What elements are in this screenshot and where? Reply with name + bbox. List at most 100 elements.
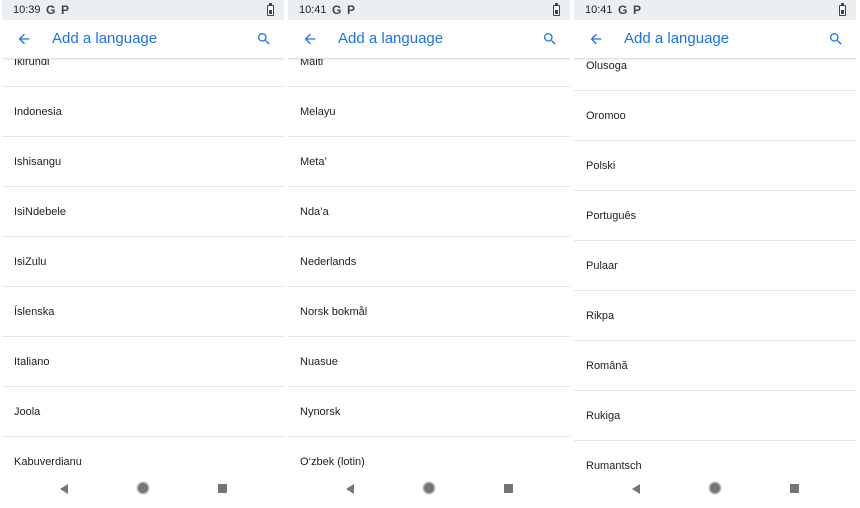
language-label: Oromoo	[586, 109, 626, 122]
phone-screen-3: 10:41 G P Add a language Olusoga Oromoo …	[574, 0, 856, 508]
search-button[interactable]	[252, 28, 276, 50]
list-item[interactable]: O‘zbek (lotin)	[288, 437, 570, 472]
status-bar: 10:39 G P	[2, 0, 284, 20]
page-title: Add a language	[338, 30, 444, 47]
language-list[interactable]: Ikirundi Indonesia Ishisangu IsiNdebele …	[2, 59, 284, 472]
language-list[interactable]: Olusoga Oromoo Polski Português Pulaar R…	[574, 59, 856, 472]
language-label: IsiZulu	[14, 255, 47, 268]
list-item[interactable]: Rumantsch	[574, 441, 856, 472]
battery-icon	[267, 3, 274, 16]
app-bar: Add a language	[574, 20, 856, 59]
app-bar: Add a language	[288, 20, 570, 59]
google-notification-icon: G	[618, 3, 628, 17]
language-label: Joola	[14, 405, 41, 418]
language-label: Português	[586, 209, 637, 222]
language-label: Melayu	[300, 105, 336, 118]
language-label: Kabuverdianu	[14, 455, 82, 468]
arrow-back-icon	[18, 33, 30, 45]
language-label: Rikpa	[586, 309, 615, 322]
list-item[interactable]: Nynorsk	[288, 387, 570, 437]
status-bar: 10:41 G P	[574, 0, 856, 20]
search-button[interactable]	[824, 28, 848, 50]
list-item[interactable]: Română	[574, 341, 856, 391]
list-item[interactable]: Meta’	[288, 137, 570, 187]
language-label: Ishisangu	[14, 155, 62, 168]
language-list[interactable]: Malti Melayu Meta’ Nda’a Nederlands Nors…	[288, 59, 570, 472]
navigation-bar	[288, 472, 570, 508]
language-label: IsiNdebele	[14, 205, 66, 218]
list-item[interactable]: Nuasue	[288, 337, 570, 387]
language-label: Pulaar	[586, 259, 618, 272]
list-item[interactable]: Ikirundi	[2, 59, 284, 87]
nav-back-icon[interactable]	[632, 484, 640, 494]
status-bar: 10:41 G P	[288, 0, 570, 20]
parking-notification-icon: P	[347, 3, 356, 17]
list-item[interactable]: Oromoo	[574, 91, 856, 141]
language-label: Olusoga	[586, 59, 627, 72]
nav-home-icon[interactable]	[138, 483, 148, 493]
language-label: Rukiga	[586, 409, 621, 422]
list-item[interactable]: Malti	[288, 59, 570, 87]
language-label: Română	[586, 359, 628, 372]
parking-notification-icon: P	[633, 3, 642, 17]
search-button[interactable]	[538, 28, 562, 50]
language-label: Nuasue	[300, 355, 338, 368]
status-time: 10:41	[585, 4, 613, 16]
nav-home-icon[interactable]	[710, 483, 720, 493]
list-item[interactable]: Nda’a	[288, 187, 570, 237]
search-icon	[258, 33, 270, 45]
parking-notification-icon: P	[61, 3, 70, 17]
status-time: 10:39	[13, 4, 41, 16]
language-label: Nda’a	[300, 205, 329, 218]
nav-recents-icon[interactable]	[218, 484, 227, 493]
nav-back-icon[interactable]	[60, 484, 68, 494]
list-item[interactable]: Olusoga	[574, 59, 856, 91]
search-icon	[830, 33, 842, 45]
language-label: Nynorsk	[300, 405, 341, 418]
list-item[interactable]: Indonesia	[2, 87, 284, 137]
list-item[interactable]: IsiZulu	[2, 237, 284, 287]
nav-recents-icon[interactable]	[790, 484, 799, 493]
list-item[interactable]: Rukiga	[574, 391, 856, 441]
list-item[interactable]: Italiano	[2, 337, 284, 387]
language-label: Indonesia	[14, 105, 62, 118]
language-label: Meta’	[300, 155, 327, 168]
app-bar: Add a language	[2, 20, 284, 59]
list-item[interactable]: Português	[574, 191, 856, 241]
language-label: Rumantsch	[586, 459, 642, 472]
back-button[interactable]	[584, 28, 608, 50]
phone-screen-1: 10:39 G P Add a language Ikirundi Indone…	[2, 0, 284, 508]
search-icon	[544, 33, 556, 45]
language-label: Polski	[586, 159, 616, 172]
list-item[interactable]: Íslenska	[2, 287, 284, 337]
battery-icon	[553, 3, 560, 16]
language-label: Nederlands	[300, 255, 357, 268]
navigation-bar	[574, 472, 856, 508]
list-item[interactable]: Joola	[2, 387, 284, 437]
list-item[interactable]: Nederlands	[288, 237, 570, 287]
nav-back-icon[interactable]	[346, 484, 354, 494]
google-notification-icon: G	[332, 3, 342, 17]
page-title: Add a language	[624, 30, 730, 47]
list-item[interactable]: Rikpa	[574, 291, 856, 341]
list-item[interactable]: Melayu	[288, 87, 570, 137]
list-item[interactable]: Norsk bokmål	[288, 287, 570, 337]
nav-home-icon[interactable]	[424, 483, 434, 493]
list-item[interactable]: Polski	[574, 141, 856, 191]
phone-screen-2: 10:41 G P Add a language Malti Melayu Me…	[288, 0, 570, 508]
arrow-back-icon	[590, 33, 602, 45]
language-label: O‘zbek (lotin)	[300, 455, 365, 468]
language-label: Malti	[300, 59, 324, 68]
language-label: Norsk bokmål	[300, 305, 368, 318]
list-item[interactable]: Pulaar	[574, 241, 856, 291]
list-item[interactable]: Ishisangu	[2, 137, 284, 187]
language-label: Italiano	[14, 355, 50, 368]
language-label: Íslenska	[14, 305, 55, 318]
list-item[interactable]: IsiNdebele	[2, 187, 284, 237]
page-title: Add a language	[52, 30, 158, 47]
nav-recents-icon[interactable]	[504, 484, 513, 493]
list-item[interactable]: Kabuverdianu	[2, 437, 284, 472]
back-button[interactable]	[12, 28, 36, 50]
status-time: 10:41	[299, 4, 327, 16]
back-button[interactable]	[298, 28, 322, 50]
